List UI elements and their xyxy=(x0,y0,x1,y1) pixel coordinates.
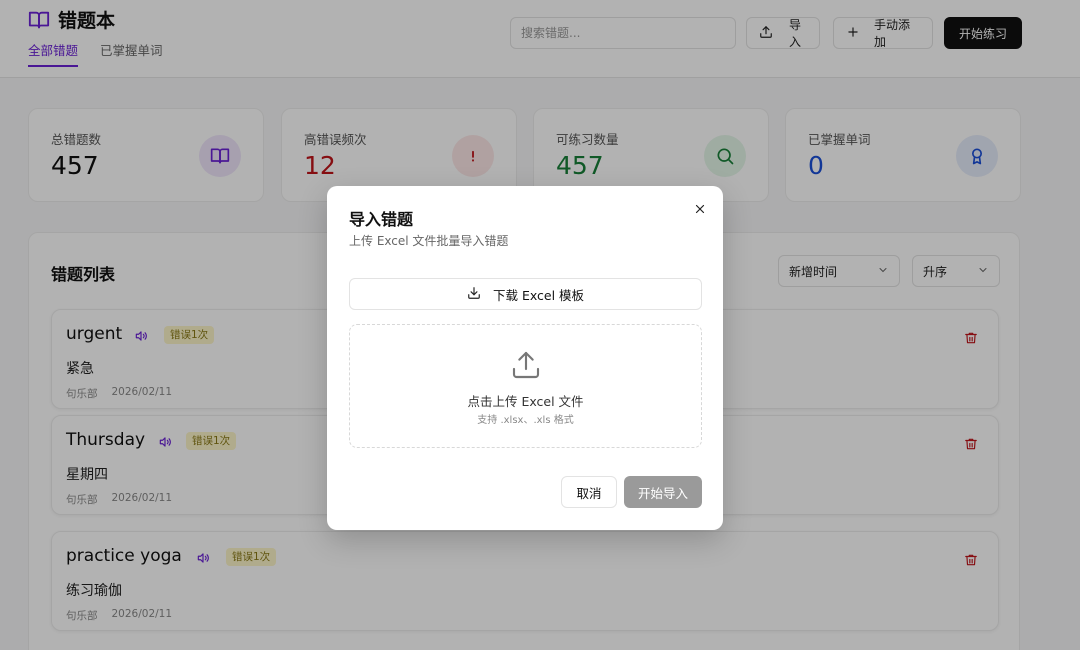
download-template-button[interactable]: 下载 Excel 模板 xyxy=(349,278,702,310)
start-import-button[interactable]: 开始导入 xyxy=(624,476,702,508)
cancel-button[interactable]: 取消 xyxy=(561,476,617,508)
download-icon xyxy=(467,286,481,303)
dialog-subtitle: 上传 Excel 文件批量导入错题 xyxy=(349,234,509,248)
import-dialog: 导入错题 上传 Excel 文件批量导入错题 下载 Excel 模板 点击上传 … xyxy=(327,186,723,530)
upload-label: 点击上传 Excel 文件 xyxy=(467,394,584,409)
upload-icon xyxy=(510,349,542,381)
file-upload-dropzone[interactable]: 点击上传 Excel 文件 支持 .xlsx、.xls 格式 xyxy=(349,324,702,448)
upload-hint: 支持 .xlsx、.xls 格式 xyxy=(477,415,574,426)
close-icon[interactable] xyxy=(691,200,709,218)
dialog-title: 导入错题 xyxy=(349,210,414,229)
download-template-label: 下载 Excel 模板 xyxy=(492,287,585,303)
